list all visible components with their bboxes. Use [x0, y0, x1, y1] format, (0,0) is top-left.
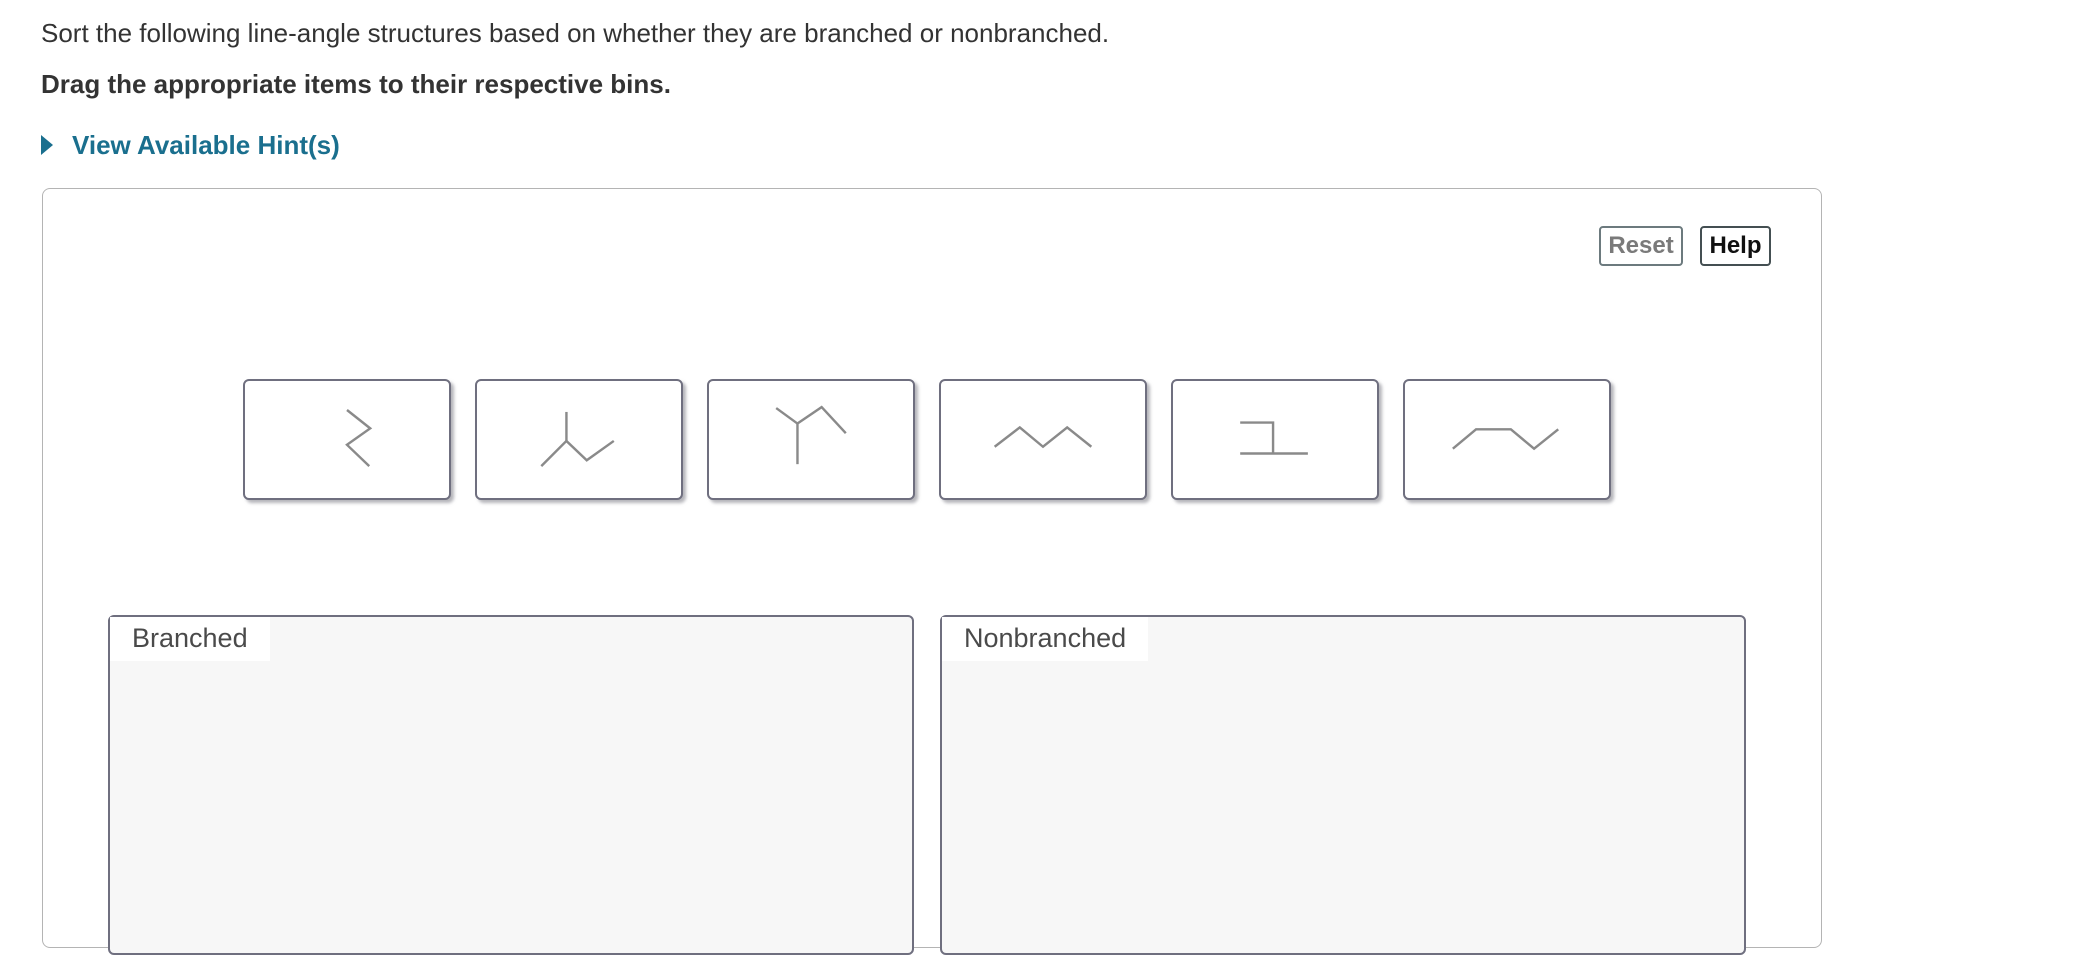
draggable-item-zigzag-horizontal[interactable] — [939, 379, 1147, 500]
draggable-item-bracket[interactable] — [1171, 379, 1379, 500]
draggable-item-branched-down[interactable] — [475, 379, 683, 500]
branched-down-structure-icon — [540, 411, 615, 467]
y-branched-structure-icon — [775, 405, 847, 465]
bin-label-branched: Branched — [110, 617, 270, 661]
drag-drop-workspace: Reset Help Branched Nonbranched — [42, 188, 1822, 955]
draggable-item-bent-chain[interactable] — [1403, 379, 1611, 500]
bin-label-nonbranched: Nonbranched — [942, 617, 1149, 661]
reset-button[interactable]: Reset — [1599, 226, 1683, 266]
view-hints-label: View Available Hint(s) — [72, 129, 340, 160]
help-button[interactable]: Help — [1700, 226, 1771, 266]
bent-chain-structure-icon — [1452, 428, 1560, 451]
bin-nonbranched[interactable]: Nonbranched — [940, 615, 1746, 955]
view-hints-toggle[interactable]: View Available Hint(s) — [41, 128, 340, 162]
draggable-item-y-branched[interactable] — [707, 379, 915, 500]
caret-right-icon — [41, 135, 53, 155]
bracket-structure-icon — [1240, 421, 1308, 455]
zigzag-vertical-structure-icon — [345, 409, 373, 467]
question-directive: Drag the appropriate items to their resp… — [41, 69, 671, 99]
draggable-item-zigzag-vertical[interactable] — [243, 379, 451, 500]
question-instructions: Sort the following line-angle structures… — [41, 18, 1110, 48]
bin-branched[interactable]: Branched — [108, 615, 914, 955]
zigzag-horizontal-structure-icon — [993, 425, 1093, 449]
